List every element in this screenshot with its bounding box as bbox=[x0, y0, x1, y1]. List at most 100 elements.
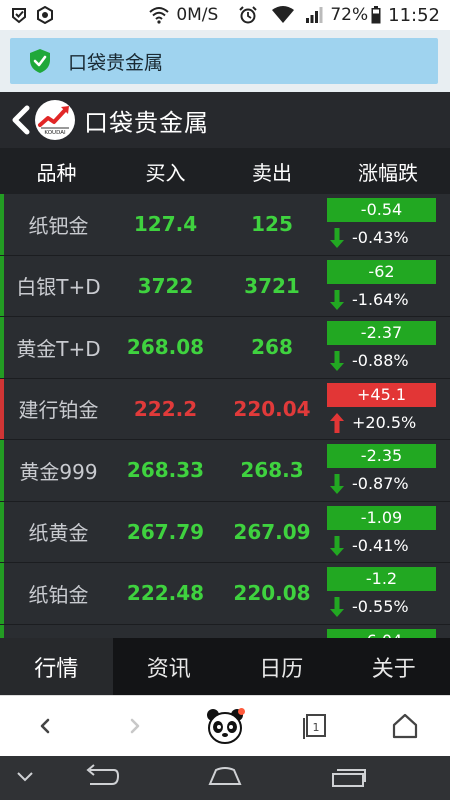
variety-name: 纸黄金 bbox=[28, 521, 89, 546]
net-speed: 0M/S bbox=[176, 5, 219, 25]
change-percent: -0.43% bbox=[352, 228, 409, 247]
buy-price: 267.79 bbox=[126, 519, 205, 544]
sell-price: 125 bbox=[251, 212, 293, 237]
change-cell: -1.09 -0.41% bbox=[326, 502, 450, 563]
sell-price: 220.04 bbox=[233, 396, 311, 421]
tab-count: 1 bbox=[313, 721, 320, 734]
change-cell: -62 -1.64% bbox=[326, 256, 450, 317]
table-row[interactable]: 纸钯金 127.4 125 -0.54 -0.43% bbox=[0, 194, 450, 256]
table-row[interactable]: 白银T+D 3722 3721 -62 -1.64% bbox=[0, 255, 450, 317]
sell-price: 268.3 bbox=[240, 458, 304, 483]
arrow-down-icon bbox=[330, 474, 344, 494]
wifi-icon bbox=[149, 7, 169, 24]
app-header: KOUDAI 口袋贵金属 bbox=[0, 92, 450, 148]
col-header-sell: 卖出 bbox=[252, 160, 292, 185]
col-header-buy: 买入 bbox=[145, 160, 186, 185]
change-cell: -6.04 bbox=[326, 625, 450, 638]
vpn-icon bbox=[12, 8, 26, 24]
forward-icon bbox=[130, 718, 140, 734]
app-logo: KOUDAI bbox=[35, 100, 75, 140]
table-row[interactable]: -6.04 bbox=[0, 624, 450, 638]
buy-price: 268.33 bbox=[126, 458, 205, 483]
buy-price: 127.4 bbox=[133, 212, 198, 237]
change-value: -2.35 bbox=[327, 444, 436, 468]
row-accent bbox=[0, 317, 4, 378]
variety-name: 建行铂金 bbox=[18, 398, 99, 423]
back-icon bbox=[40, 718, 50, 734]
secure-banner[interactable]: 口袋贵金属 bbox=[10, 38, 438, 84]
system-home-icon[interactable] bbox=[206, 764, 244, 790]
sell-price: 268 bbox=[251, 335, 293, 360]
change-percent: -0.87% bbox=[352, 474, 409, 493]
back-chevron-icon[interactable] bbox=[10, 105, 32, 135]
col-header-change: 涨幅跌 bbox=[358, 160, 418, 185]
banner-text: 口袋贵金属 bbox=[68, 51, 164, 74]
buy-price: 222.48 bbox=[126, 581, 205, 606]
browser-home-button[interactable] bbox=[385, 706, 425, 746]
row-accent bbox=[0, 378, 4, 439]
change-value: -1.2 bbox=[327, 567, 436, 591]
logo-text: KOUDAI bbox=[44, 130, 66, 136]
variety-name: 黄金999 bbox=[19, 459, 98, 484]
row-accent bbox=[0, 255, 4, 316]
wifi-icon bbox=[272, 6, 295, 23]
signal-icon bbox=[306, 7, 323, 23]
change-value: +45.1 bbox=[327, 382, 436, 407]
variety-name: 黄金T+D bbox=[16, 336, 101, 361]
row-accent bbox=[0, 194, 4, 255]
browser-forward-button[interactable] bbox=[115, 706, 155, 746]
quote-table-header: 品种 买入 卖出 涨幅跌 bbox=[0, 148, 450, 194]
clock: 11:52 bbox=[388, 4, 440, 26]
change-cell: +45.1 +20.5% bbox=[326, 379, 450, 440]
notification-area: 口袋贵金属 bbox=[0, 30, 450, 92]
row-accent bbox=[0, 440, 4, 501]
arrow-down-icon bbox=[330, 351, 344, 371]
battery-level: 72% bbox=[330, 5, 369, 25]
change-value: -2.37 bbox=[327, 321, 436, 345]
table-row[interactable]: 黄金T+D 268.08 268 -2.37 -0.88% bbox=[0, 317, 450, 379]
system-recents-icon[interactable] bbox=[330, 764, 368, 790]
chevron-down-icon[interactable] bbox=[16, 770, 34, 784]
table-row[interactable]: 纸铂金 222.48 220.08 -1.2 -0.55% bbox=[0, 563, 450, 625]
change-cell: -2.37 -0.88% bbox=[326, 317, 450, 378]
bottom-tab-bar: 行情 资讯 日历 关于 bbox=[0, 638, 450, 695]
notification-dot bbox=[238, 708, 245, 715]
table-row[interactable]: 黄金999 268.33 268.3 -2.35 -0.87% bbox=[0, 440, 450, 502]
home-icon bbox=[392, 713, 418, 739]
quote-table-body[interactable]: 纸钯金 127.4 125 -0.54 -0.43% 白银T+D 3722 3721 -62 -1… bbox=[0, 194, 450, 638]
change-percent: -0.88% bbox=[352, 351, 409, 370]
record-icon bbox=[37, 6, 53, 24]
buy-price: 3722 bbox=[137, 273, 194, 298]
app-root: 0M/S 72% 11:52 口袋贵金属 KOUDAI 口袋贵金属 品种 买入 bbox=[0, 0, 450, 800]
alarm-icon bbox=[239, 6, 258, 24]
table-row[interactable]: 建行铂金 222.2 220.04 +45.1 +20.5% bbox=[0, 378, 450, 440]
row-accent bbox=[0, 501, 4, 562]
change-value: -1.09 bbox=[327, 505, 436, 530]
tab-news[interactable]: 资讯 bbox=[113, 638, 226, 695]
browser-menu-button[interactable] bbox=[205, 706, 245, 746]
change-cell: -0.54 -0.43% bbox=[326, 194, 450, 255]
arrow-down-icon bbox=[330, 535, 344, 556]
battery-icon bbox=[371, 6, 381, 24]
buy-price: 268.08 bbox=[126, 335, 205, 360]
col-header-variety: 品种 bbox=[36, 160, 77, 185]
browser-tabs-button[interactable]: 1 bbox=[295, 706, 335, 746]
arrow-down-icon bbox=[330, 597, 344, 617]
table-row[interactable]: 纸黄金 267.79 267.09 -1.09 -0.41% bbox=[0, 501, 450, 563]
system-back-icon[interactable] bbox=[82, 764, 120, 790]
change-percent: -0.55% bbox=[352, 597, 409, 616]
tab-quotes[interactable]: 行情 bbox=[0, 638, 113, 695]
tab-about[interactable]: 关于 bbox=[338, 638, 450, 695]
change-percent: -0.41% bbox=[352, 535, 409, 555]
change-value: -0.54 bbox=[327, 198, 436, 222]
change-value: -6.04 bbox=[327, 628, 436, 638]
change-cell: -1.2 -0.55% bbox=[326, 563, 450, 624]
buy-price: 222.2 bbox=[133, 396, 198, 421]
row-accent bbox=[0, 563, 4, 624]
variety-name: 纸铂金 bbox=[28, 582, 89, 607]
change-cell: -2.35 -0.87% bbox=[326, 440, 450, 501]
browser-back-button[interactable] bbox=[25, 706, 65, 746]
tab-calendar[interactable]: 日历 bbox=[225, 638, 338, 695]
page-title: 口袋贵金属 bbox=[84, 108, 209, 137]
variety-name: 纸钯金 bbox=[28, 213, 89, 238]
